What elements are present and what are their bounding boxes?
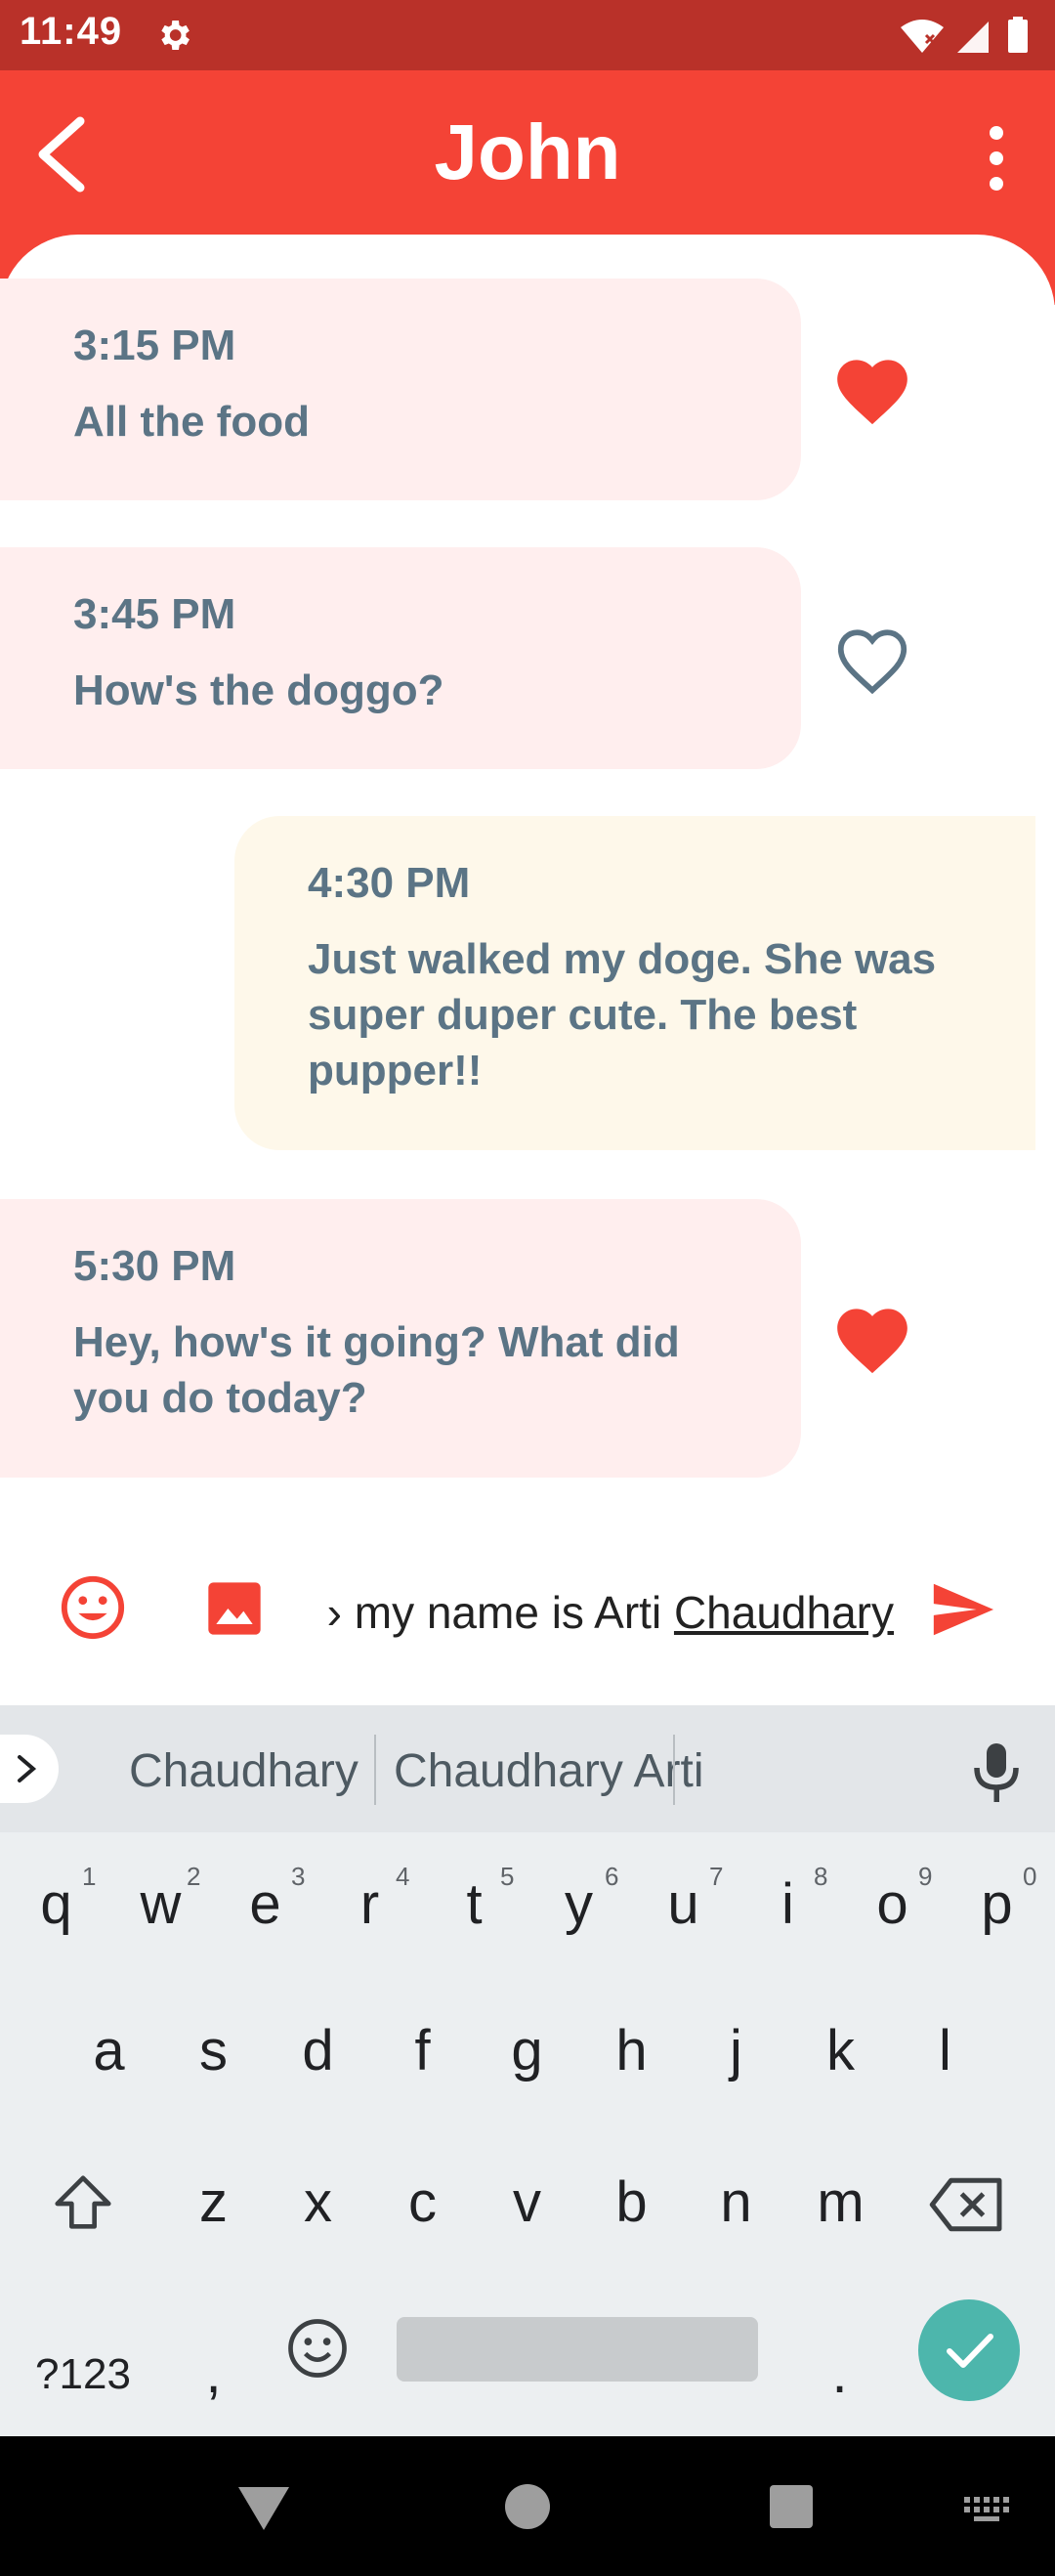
key-f[interactable]: f: [370, 2018, 475, 2083]
overflow-menu-icon[interactable]: [967, 119, 1026, 197]
keyboard: ?123 , . q1w2e3r4t5y6u7i8o9p0asdfghjklzx…: [0, 1832, 1055, 2438]
nav-recents-icon[interactable]: [768, 2483, 815, 2530]
incoming-message[interactable]: 5:30 PM Hey, how's it going? What did yo…: [0, 1199, 801, 1478]
suggestion-divider: [374, 1735, 376, 1805]
key-number-hint: 5: [500, 1862, 515, 1891]
key-number-hint: 4: [396, 1862, 410, 1891]
nav-home-icon[interactable]: [502, 2481, 553, 2532]
key-b[interactable]: b: [579, 2169, 684, 2235]
status-time: 11:49: [20, 10, 123, 53]
suggestion-1[interactable]: Chaudhary: [129, 1744, 359, 1798]
incoming-message[interactable]: 3:15 PM All the food: [0, 279, 801, 500]
key-number-hint: 0: [1023, 1862, 1037, 1891]
key-n[interactable]: n: [684, 2169, 788, 2235]
keyboard-suggestion-bar: Chaudhary Chaudhary Arti: [0, 1705, 1055, 1832]
suggestion-2[interactable]: Chaudhary Arti: [394, 1744, 704, 1798]
suggestions-expand-button[interactable]: [0, 1735, 59, 1803]
chat-area: 3:15 PM All the food 3:45 PM How's the d…: [0, 235, 1055, 1705]
heart-filled-icon[interactable]: [830, 1298, 914, 1376]
key-j[interactable]: j: [684, 2018, 788, 2083]
key-number-hint: 7: [709, 1862, 724, 1891]
key-number-hint: 3: [291, 1862, 306, 1891]
suggestion-divider: [673, 1735, 675, 1805]
message-text: All the food: [73, 398, 310, 446]
image-attach-icon[interactable]: [203, 1577, 266, 1640]
done-key[interactable]: [918, 2299, 1020, 2401]
message-input-composing-word: Chaudhary: [673, 1587, 894, 1638]
chevron-right-icon: [18, 1755, 37, 1782]
spacebar-key[interactable]: [397, 2317, 758, 2382]
key-number-hint: 6: [605, 1862, 619, 1891]
incoming-message[interactable]: 3:45 PM How's the doggo?: [0, 547, 801, 769]
message-input[interactable]: › my name is Arti Chaudhary: [298, 1573, 894, 1652]
message-text: How's the doggo?: [73, 666, 444, 714]
message-time: 3:45 PM: [73, 590, 236, 638]
key-c[interactable]: c: [370, 2169, 475, 2235]
keyboard-switch-icon[interactable]: [962, 2495, 1015, 2524]
heart-filled-icon[interactable]: [830, 349, 914, 427]
microphone-icon[interactable]: [967, 1739, 1026, 1807]
system-navigation-bar: [0, 2436, 1055, 2576]
outgoing-message[interactable]: 4:30 PM Just walked my doge. She was sup…: [234, 816, 1035, 1150]
key-k[interactable]: k: [788, 2018, 893, 2083]
backspace-icon[interactable]: [928, 2172, 1006, 2237]
key-s[interactable]: s: [161, 2018, 266, 2083]
symbols-key[interactable]: ?123: [29, 2350, 137, 2399]
settings-gear-icon: [161, 21, 190, 50]
shift-icon[interactable]: [49, 2169, 117, 2238]
nav-back-icon[interactable]: [234, 2481, 293, 2534]
key-g[interactable]: g: [475, 2018, 579, 2083]
status-bar: 11:49: [0, 0, 1055, 70]
system-status-icons: [901, 17, 1028, 53]
message-text: Just walked my doge. She was super duper…: [308, 935, 937, 1095]
message-composer: › my name is Arti Chaudhary: [0, 1534, 1055, 1705]
key-number-hint: 9: [918, 1862, 933, 1891]
key-x[interactable]: x: [266, 2169, 370, 2235]
key-h[interactable]: h: [579, 2018, 684, 2083]
wifi-icon: [901, 20, 944, 53]
key-number-hint: 1: [82, 1862, 97, 1891]
comma-key[interactable]: ,: [161, 2340, 266, 2406]
message-text: Hey, how's it going? What did you do tod…: [73, 1318, 680, 1422]
key-z[interactable]: z: [161, 2169, 266, 2235]
message-input-text: › my name is Arti: [326, 1587, 674, 1638]
key-l[interactable]: l: [893, 2018, 997, 2083]
send-icon[interactable]: [928, 1575, 996, 1644]
message-time: 5:30 PM: [73, 1242, 236, 1290]
key-v[interactable]: v: [475, 2169, 579, 2235]
key-a[interactable]: a: [57, 2018, 161, 2083]
emoji-key-icon[interactable]: [285, 2316, 350, 2381]
emoji-icon[interactable]: [59, 1573, 127, 1642]
heart-outline-icon[interactable]: [830, 619, 914, 697]
key-m[interactable]: m: [788, 2169, 893, 2235]
key-d[interactable]: d: [266, 2018, 370, 2083]
battery-icon: [1008, 20, 1028, 53]
key-number-hint: 2: [187, 1862, 201, 1891]
checkmark-icon: [947, 2334, 993, 2368]
period-key[interactable]: .: [787, 2340, 892, 2406]
key-number-hint: 8: [814, 1862, 828, 1891]
signal-icon: [957, 21, 989, 53]
message-time: 4:30 PM: [308, 859, 471, 907]
message-time: 3:15 PM: [73, 322, 236, 369]
chat-title: John: [434, 108, 621, 195]
